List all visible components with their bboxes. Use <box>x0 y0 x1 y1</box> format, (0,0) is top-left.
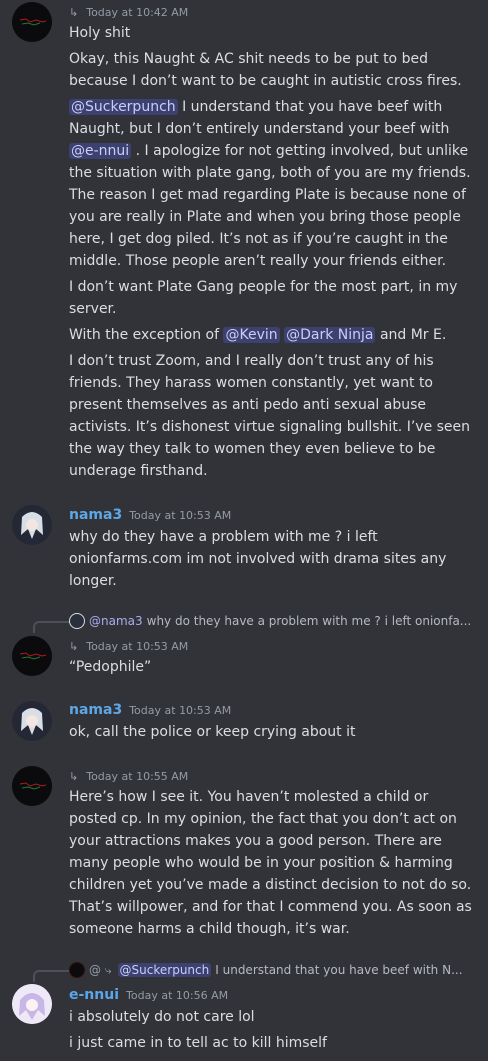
timestamp[interactable]: Today at 10:42 AM <box>86 6 188 19</box>
message-meta: ↳ Today at 10:42 AM <box>69 2 188 22</box>
avatar[interactable] <box>12 766 52 806</box>
chat-log: ↳ Today at 10:42 AM Holy shit Okay, this… <box>0 0 488 1061</box>
message-text: That’s willpower, and for that I commend… <box>69 899 472 915</box>
message-text: here, I get dog piled. It’s not as if yo… <box>69 231 448 247</box>
reply-prefix: @ ⤷ <box>89 962 112 977</box>
message-text: underage firsthand. <box>69 463 208 479</box>
message-text: I don’t want Plate Gang people for the m… <box>69 279 458 295</box>
avatar[interactable] <box>12 636 52 676</box>
timestamp[interactable]: Today at 10:53 AM <box>129 509 231 522</box>
message-text: Naught, but I don’t entirely understand … <box>69 121 450 137</box>
message-text-fragment: I understand that you have beef with <box>182 99 443 115</box>
message-text: I don’t trust Zoom, and I really don’t t… <box>69 353 434 369</box>
avatar[interactable] <box>12 505 52 545</box>
message-meta: ↳ Today at 10:53 AM <box>69 636 188 656</box>
user-mention[interactable]: @Suckerpunch <box>69 99 178 115</box>
message-text: ok, call the police or keep crying about… <box>69 724 356 740</box>
reply-preview[interactable]: @ ⤷ @Suckerpunch I understand that you h… <box>69 959 463 981</box>
message-meta: nama3 Today at 10:53 AM <box>69 505 231 525</box>
message-text: children yet you’ve made a distinct deci… <box>69 877 472 893</box>
author-name[interactable]: nama3 <box>69 702 122 718</box>
message-text: Holy shit <box>69 25 131 41</box>
message-text: because I don’t want to be caught in aut… <box>69 73 462 89</box>
user-mention[interactable]: @Dark Ninja <box>284 327 376 343</box>
reply-spine <box>33 621 69 633</box>
message-text: longer. <box>69 573 117 589</box>
message-text: the situation with plate gang, both of y… <box>69 165 471 181</box>
message-text: activists. It’s dishonest virtue signali… <box>69 419 471 435</box>
message-meta: e-nnui Today at 10:56 AM <box>69 985 228 1005</box>
message-text: the way they talk to women they even bel… <box>69 441 436 457</box>
message-text: someone harms a child though, it’s war. <box>69 921 350 937</box>
message-text: your attractions makes you a good person… <box>69 833 442 849</box>
reply-avatar <box>69 962 85 978</box>
subreply-icon: ↳ <box>69 5 79 19</box>
message-text: “Pedophile” <box>69 659 152 675</box>
timestamp[interactable]: Today at 10:55 AM <box>86 770 188 783</box>
author-name[interactable]: e-nnui <box>69 987 119 1003</box>
avatar[interactable] <box>12 2 52 42</box>
user-mention[interactable]: @Kevin <box>223 327 280 343</box>
message-text: middle. Those people aren’t really your … <box>69 253 447 269</box>
message-text: posted cp. In my opinion, the fact that … <box>69 811 457 827</box>
reply-spine <box>33 970 69 982</box>
avatar[interactable] <box>12 984 52 1024</box>
reply-preview[interactable]: @nama3 why do they have a problem with m… <box>69 610 471 632</box>
timestamp[interactable]: Today at 10:56 AM <box>126 989 228 1002</box>
author-name[interactable]: nama3 <box>69 507 122 523</box>
subreply-icon: ↳ <box>69 769 79 783</box>
message-text: Okay, this Naught & AC shit needs to be … <box>69 51 428 67</box>
message-text: i just came in to tell ac to kill himsel… <box>69 1035 327 1051</box>
timestamp[interactable]: Today at 10:53 AM <box>86 640 188 653</box>
message-meta: nama3 Today at 10:53 AM <box>69 700 231 720</box>
message-text: many people who would be in your positio… <box>69 855 453 871</box>
message-text-fragment: . I apologize for not getting involved, … <box>135 143 469 159</box>
message-text: The reason I get mad regarding Plate is … <box>69 187 466 203</box>
reply-snippet: I understand that you have beef with N..… <box>215 963 463 977</box>
message-text: i absolutely do not care lol <box>69 1009 255 1025</box>
message-text: friends. They harass women constantly, y… <box>69 375 433 391</box>
message-text: why do they have a problem with me ? i l… <box>69 529 378 545</box>
message-text: present themselves as anti pedo anti sex… <box>69 397 426 413</box>
message-text: @Suckerpunch I understand that you have … <box>69 96 473 118</box>
user-mention[interactable]: @Suckerpunch <box>117 963 212 977</box>
message-text-fragment: and Mr E. <box>379 327 447 343</box>
timestamp[interactable]: Today at 10:53 AM <box>129 704 231 717</box>
message-text: server. <box>69 301 117 317</box>
reply-author[interactable]: @nama3 <box>89 614 143 628</box>
message-meta: ↳ Today at 10:55 AM <box>69 766 188 786</box>
message-text-fragment: With the exception of <box>69 327 220 343</box>
message-text: onionfarms.com im not involved with dram… <box>69 551 447 567</box>
message-text: Here’s how I see it. You haven’t moleste… <box>69 789 429 805</box>
avatar[interactable] <box>12 701 52 741</box>
message-text: @e-nnui . I apologize for not getting in… <box>69 140 473 162</box>
message-text: With the exception of @Kevin @Dark Ninja… <box>69 324 473 346</box>
user-mention[interactable]: @e-nnui <box>69 143 132 159</box>
message-text: you are really in Plate and when you bri… <box>69 209 461 225</box>
reply-snippet: why do they have a problem with me ? i l… <box>146 614 472 628</box>
subreply-icon: ↳ <box>69 639 79 653</box>
reply-avatar <box>69 613 85 629</box>
